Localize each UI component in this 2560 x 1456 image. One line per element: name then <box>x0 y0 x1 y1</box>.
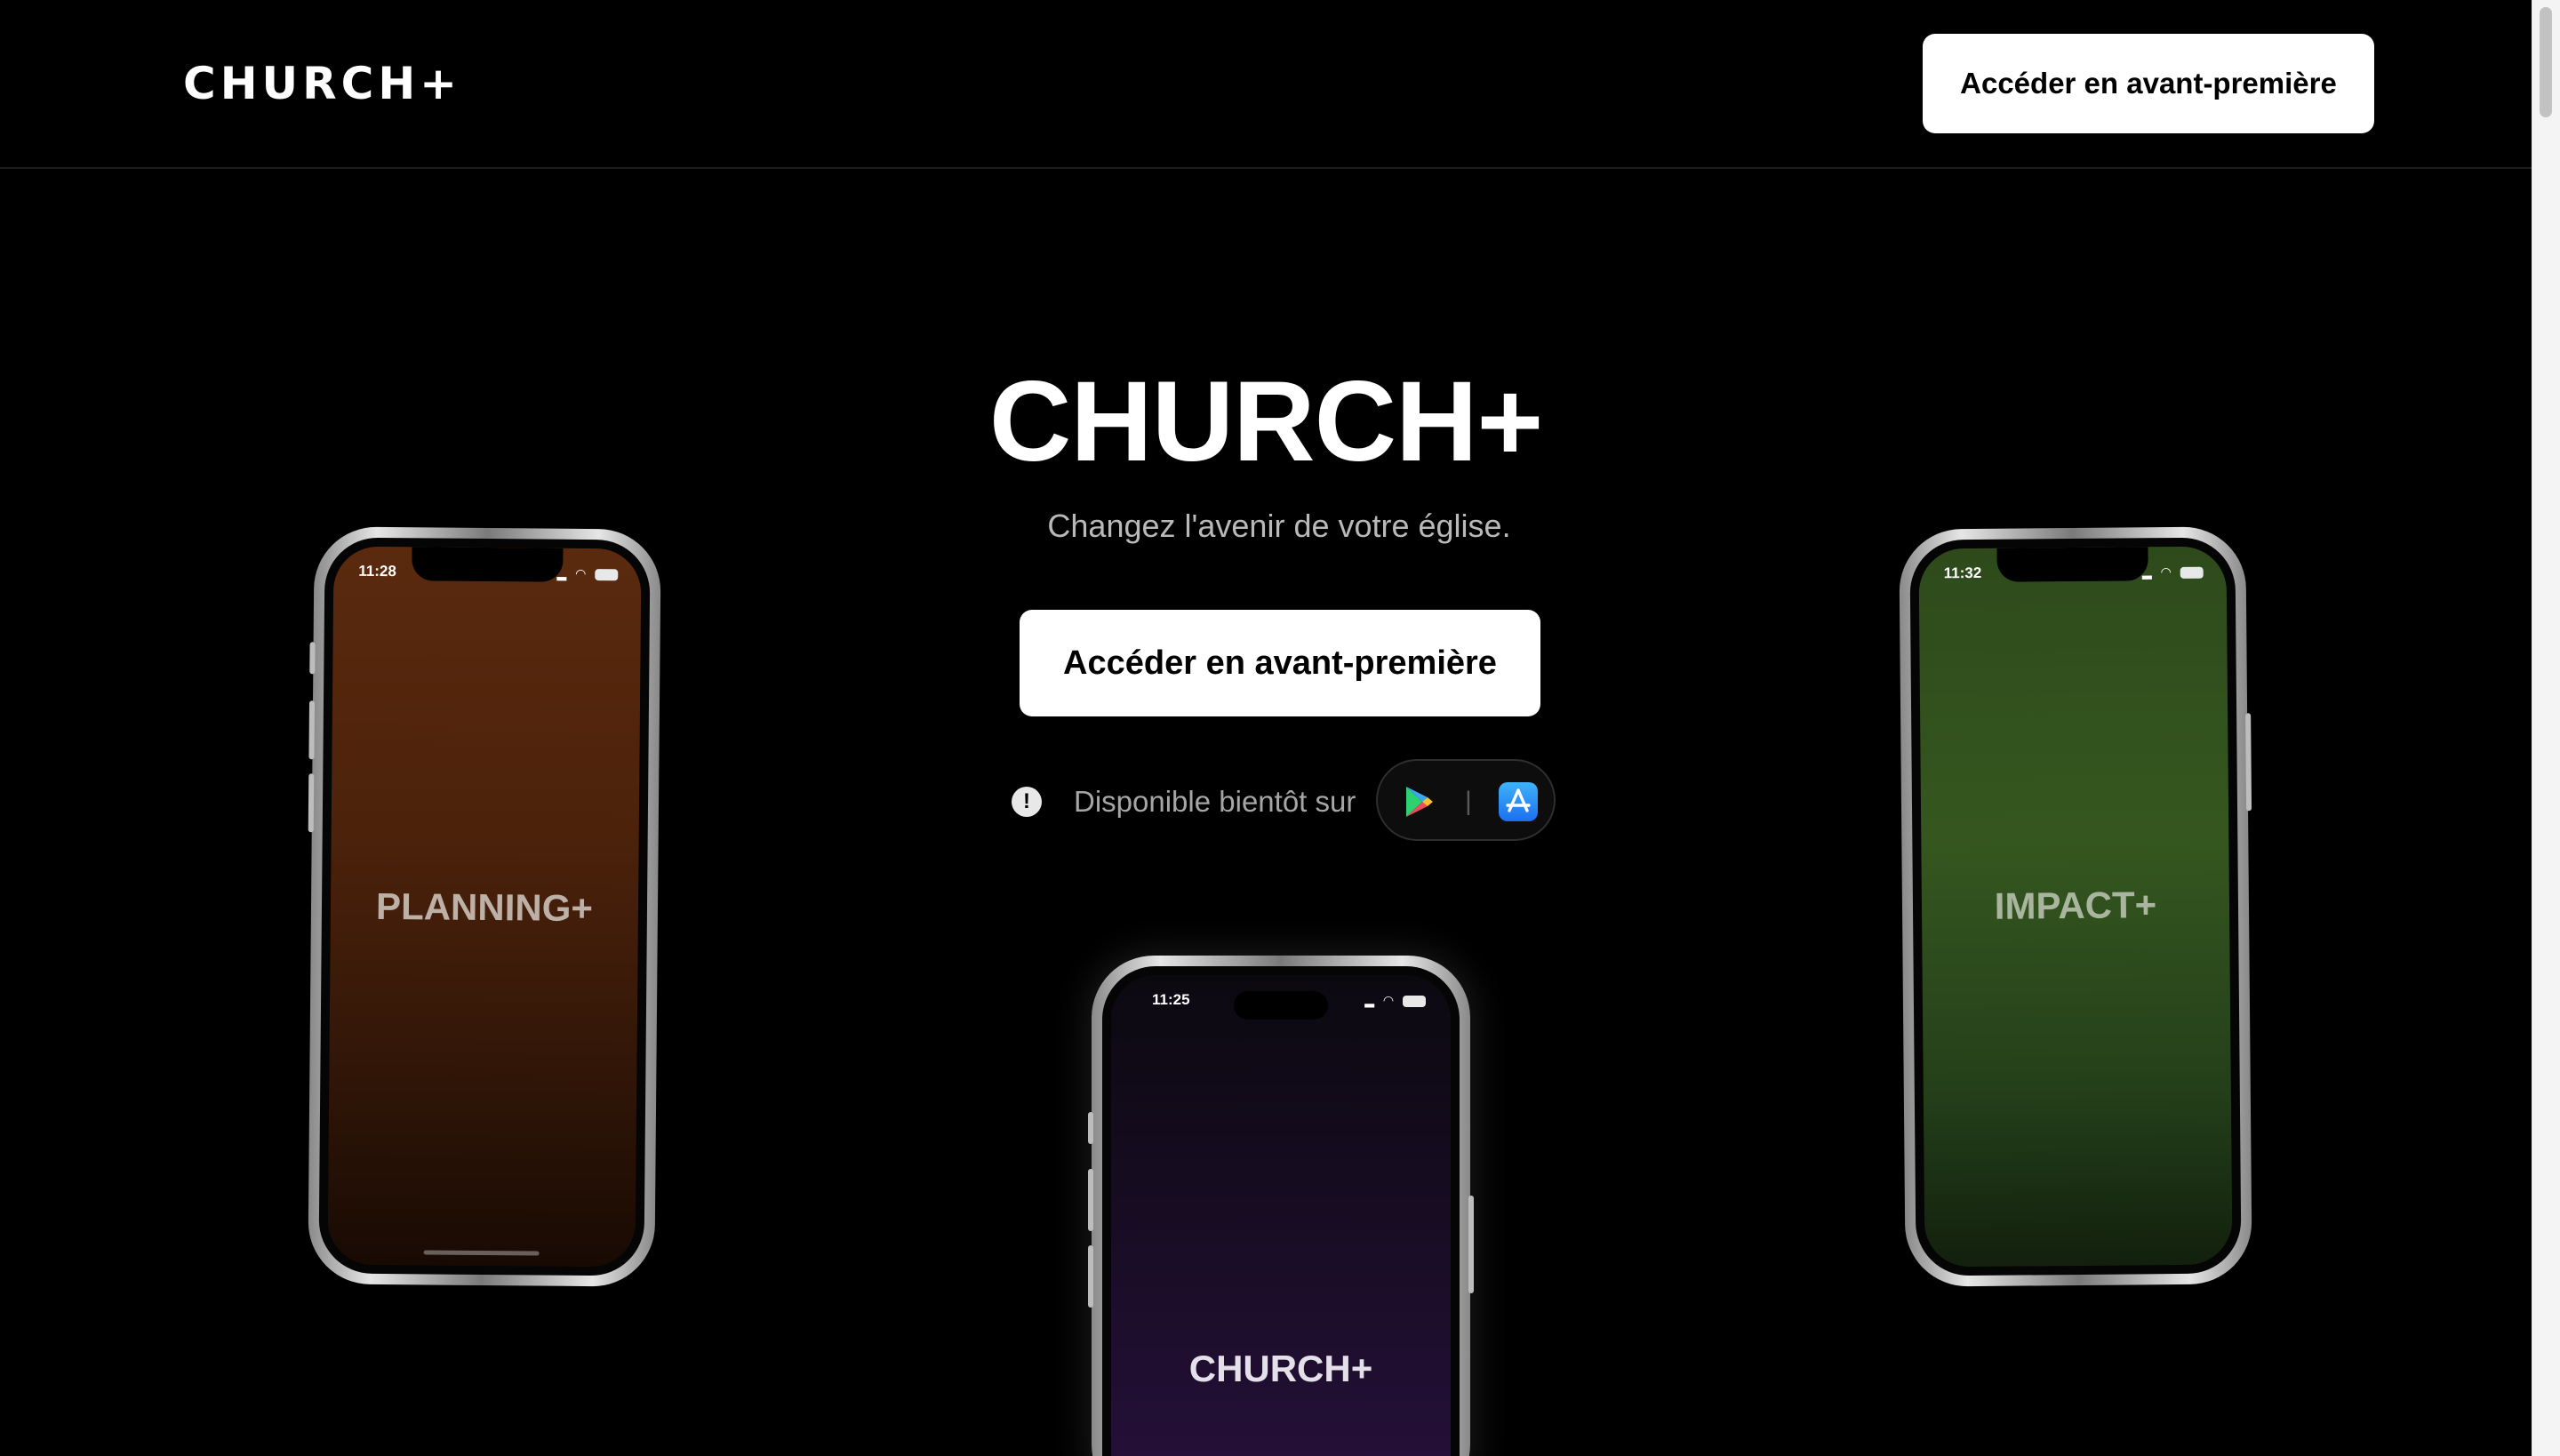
landing-page: CHURCH+ Accéder en avant-première 11:28 … <box>0 0 2560 1456</box>
header-early-access-button[interactable]: Accéder en avant-première <box>1923 34 2374 133</box>
status-time: 11:25 <box>1152 991 1190 1008</box>
phone-side-button <box>1088 1245 1093 1308</box>
hero-subtitle: Changez l'avenir de votre église. <box>1047 508 1511 544</box>
status-icons: ▂ ◠ <box>556 564 619 583</box>
site-header: CHURCH+ Accéder en avant-première <box>0 0 2532 169</box>
hero-early-access-button[interactable]: Accéder en avant-première <box>1020 610 1540 716</box>
phone-side-button <box>309 642 316 675</box>
google-play-icon[interactable] <box>1401 784 1436 820</box>
status-icons: ▂ ◠ <box>1364 991 1426 1009</box>
battery-icon <box>1403 995 1426 1007</box>
availability-text: Disponible bientôt sur <box>1074 785 1356 818</box>
phone-screen: 11:25 ▂ ◠ CHURCH+ <box>1111 975 1451 1456</box>
phone-notch <box>1996 547 2148 582</box>
scrollbar-thumb[interactable] <box>2540 7 2552 117</box>
app-store-icon[interactable] <box>1499 782 1538 821</box>
phone-bezel: 11:32 ▂ ◠ IMPACT+ <box>1909 537 2242 1276</box>
store-separator: | <box>1465 787 1472 816</box>
store-badges: | <box>1376 759 1556 841</box>
phone-bezel: 11:28 ▂ ◠ PLANNING+ <box>318 537 651 1276</box>
page-scrollbar[interactable] <box>2532 0 2560 1456</box>
battery-icon <box>2180 566 2204 579</box>
availability-row: ! Disponible bientôt sur | <box>1012 759 1563 843</box>
phone-side-button <box>308 773 315 833</box>
phone-screen: 11:28 ▂ ◠ PLANNING+ <box>327 546 642 1268</box>
phone-mockup-church: 11:25 ▂ ◠ CHURCH+ <box>1088 956 1474 1456</box>
status-icons: ▂ ◠ <box>2142 563 2204 581</box>
info-icon: ! <box>1012 787 1042 817</box>
status-time: 11:32 <box>1943 564 1982 582</box>
logo[interactable]: CHURCH+ <box>183 57 461 110</box>
phone-side-button <box>2245 713 2252 812</box>
phone-side-button <box>1088 1112 1093 1144</box>
phone-notch <box>412 547 564 582</box>
phone-side-button <box>308 700 316 760</box>
phone-mockup-planning: 11:28 ▂ ◠ PLANNING+ <box>308 526 661 1287</box>
phone-bezel: 11:25 ▂ ◠ CHURCH+ <box>1102 966 1460 1456</box>
phone-mockup-impact: 11:32 ▂ ◠ IMPACT+ <box>1899 526 2252 1287</box>
phone-screen-label: CHURCH+ <box>1188 1348 1373 1389</box>
hero-title: CHURCH+ <box>988 358 1543 485</box>
home-indicator <box>423 1250 540 1256</box>
phone-side-button <box>1088 1169 1093 1231</box>
phone-screen: 11:32 ▂ ◠ IMPACT+ <box>1918 546 2233 1268</box>
phone-side-button <box>1468 1196 1474 1293</box>
phone-screen-label: PLANNING+ <box>375 884 594 930</box>
status-time: 11:28 <box>358 562 396 580</box>
battery-icon <box>595 568 619 581</box>
dynamic-island <box>1234 991 1328 1020</box>
phone-screen-label: IMPACT+ <box>1994 884 2157 927</box>
